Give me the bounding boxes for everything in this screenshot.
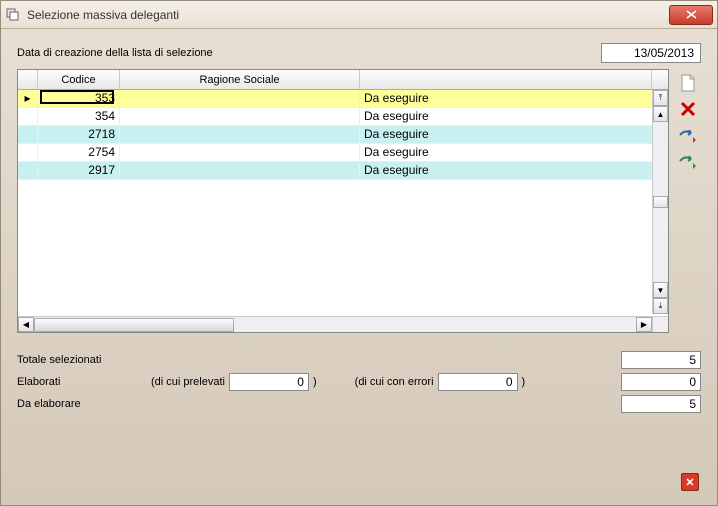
cell-codice: 2754 (38, 144, 120, 161)
scroll-corner (652, 316, 668, 332)
hscroll-thumb[interactable] (34, 318, 234, 332)
creation-date-field[interactable]: 13/05/2013 (601, 43, 701, 63)
side-toolbar (675, 69, 701, 333)
new-button[interactable] (678, 73, 698, 93)
prelevati-label: (di cui prelevati (151, 376, 225, 388)
cell-stato: Da eseguire (360, 162, 668, 179)
daelab-field[interactable]: 5 (621, 395, 701, 413)
col-codice[interactable]: Codice (38, 70, 120, 89)
cell-ragione (120, 90, 360, 107)
scroll-right-icon[interactable]: ▶ (636, 317, 652, 332)
window-title: Selezione massiva deleganti (27, 8, 669, 22)
window-icon (5, 7, 21, 23)
table-row[interactable]: 354 Da eseguire (18, 108, 668, 126)
cell-stato: Da eseguire (360, 108, 668, 125)
window-close-button[interactable] (669, 5, 713, 25)
cell-stato: Da eseguire (360, 126, 668, 143)
scroll-left-icon[interactable]: ◀ (18, 317, 34, 332)
delete-icon (680, 101, 696, 117)
close-icon: ✕ (685, 476, 694, 489)
scroll-down-icon[interactable]: ▼ (653, 282, 668, 298)
delete-button[interactable] (678, 99, 698, 119)
table-row[interactable]: 2718 Da eseguire (18, 126, 668, 144)
col-stato[interactable] (360, 70, 652, 89)
row-pointer-icon: ▸ (24, 91, 30, 105)
table-row[interactable]: 2917 Da eseguire (18, 162, 668, 180)
cell-codice: 354 (38, 108, 120, 125)
elaborati-field[interactable]: 0 (621, 373, 701, 391)
cell-ragione (120, 108, 360, 125)
cell-codice: 353 (95, 91, 115, 105)
titlebar: Selezione massiva deleganti (1, 1, 717, 29)
paren-close: ) (313, 376, 317, 388)
import-button[interactable] (678, 151, 698, 171)
errori-field[interactable]: 0 (438, 373, 518, 391)
cell-codice: 2718 (38, 126, 120, 143)
cell-codice: 2917 (38, 162, 120, 179)
creation-date-label: Data di creazione della lista di selezio… (17, 47, 213, 59)
scroll-thumb[interactable] (653, 196, 668, 208)
paren-close2: ) (522, 376, 526, 388)
vertical-scrollbar[interactable]: ⤒ ▲ ▼ ⤓ (652, 90, 668, 314)
close-button[interactable]: ✕ (681, 473, 699, 491)
new-doc-icon (680, 74, 696, 92)
col-scroll-gap (652, 70, 668, 89)
totale-label: Totale selezionati (17, 354, 147, 366)
table-row[interactable]: ▸ 353 Da eseguire (18, 90, 668, 108)
col-ragione[interactable]: Ragione Sociale (120, 70, 360, 89)
table-row[interactable]: 2754 Da eseguire (18, 144, 668, 162)
cell-ragione (120, 126, 360, 143)
grid-header: Codice Ragione Sociale (18, 70, 668, 90)
scroll-first-icon[interactable]: ⤒ (653, 90, 668, 106)
cell-stato: Da eseguire (360, 144, 668, 161)
totale-field[interactable]: 5 (621, 351, 701, 369)
import-arrow-icon (679, 153, 697, 169)
col-selector[interactable] (18, 70, 38, 89)
elaborati-label: Elaborati (17, 376, 147, 388)
cell-stato: Da eseguire (360, 90, 668, 107)
cell-ragione (120, 162, 360, 179)
export-button[interactable] (678, 125, 698, 145)
horizontal-scrollbar[interactable]: ◀ ▶ (18, 316, 652, 332)
export-arrow-icon (679, 127, 697, 143)
daelab-label: Da elaborare (17, 398, 147, 410)
scroll-last-icon[interactable]: ⤓ (653, 298, 668, 314)
cell-ragione (120, 144, 360, 161)
data-grid[interactable]: Codice Ragione Sociale ▸ 353 Da eseguire (17, 69, 669, 333)
errori-label: (di cui con errori (355, 376, 434, 388)
prelevati-field[interactable]: 0 (229, 373, 309, 391)
scroll-up-icon[interactable]: ▲ (653, 106, 668, 122)
